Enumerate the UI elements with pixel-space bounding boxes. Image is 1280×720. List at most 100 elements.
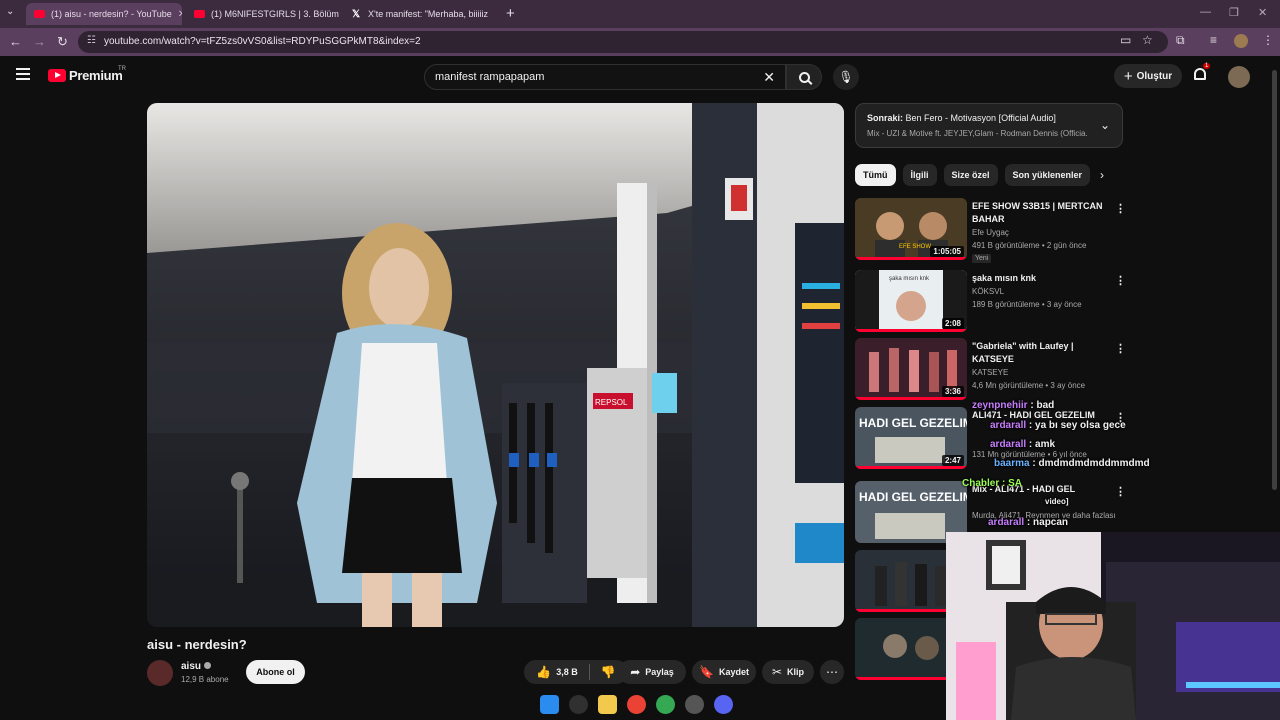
voice-search-button[interactable]: 🎙 xyxy=(833,64,859,90)
browser-menu-icon[interactable]: ⋮ xyxy=(1262,33,1274,47)
bookmark-star-icon[interactable]: ☆ xyxy=(1142,33,1153,47)
share-icon: ➦ xyxy=(630,665,641,679)
recommendation-item[interactable]: EFE SHOW 1:05:05 EFE SHOW S3B15 | MERTCA… xyxy=(855,198,1126,263)
youtube-favicon-icon xyxy=(194,10,205,18)
youtube-header: Premium TR manifest rampapapam ✕ 🎙 + Olu… xyxy=(0,56,1280,98)
like-count[interactable]: 3,8 B xyxy=(556,667,578,677)
channel-avatar[interactable] xyxy=(147,660,173,686)
chevron-right-icon[interactable]: › xyxy=(1100,168,1104,182)
country-code: TR xyxy=(118,66,126,72)
video-title: EFE SHOW S3B15 | MERTCAN BAHAR xyxy=(972,201,1103,224)
create-label: Oluştur xyxy=(1136,70,1173,82)
thumb-text: HADI GEL GEZELIM xyxy=(859,490,967,504)
chip-recent[interactable]: Son yüklenenler xyxy=(1004,164,1091,186)
video-thumbnail[interactable]: 3:36 xyxy=(855,338,967,400)
chrome-icon[interactable] xyxy=(627,694,646,714)
up-next-prefix: Sonraki: xyxy=(867,113,904,123)
notifications-button[interactable]: 1 xyxy=(1194,63,1211,82)
video-thumbnail[interactable]: EFE SHOW 1:05:05 xyxy=(855,198,967,260)
channel-name[interactable]: KÖKSVL xyxy=(972,287,1004,296)
chat-text: : napcan xyxy=(1026,517,1069,528)
browser-tab-3[interactable]: 𝕏 X'te manifest: "Merhaba, biiiiiz xyxy=(344,3,500,25)
save-button[interactable]: 🔖 Kaydet xyxy=(692,660,756,684)
chat-text: : bad xyxy=(1030,400,1055,411)
chrome-profile-icon[interactable] xyxy=(656,694,675,714)
share-button[interactable]: ➦ Paylaş xyxy=(618,660,686,684)
restore-icon[interactable]: ❐ xyxy=(1229,6,1239,19)
browser-tab-2[interactable]: (1) M6NIFESTGIRLS | 3. Bölüm ✕ xyxy=(186,3,342,25)
recommendation-item[interactable]: 3:36 "Gabriela" with Laufey | KATSEYE KA… xyxy=(855,338,1126,400)
browser-profile-avatar[interactable] xyxy=(1234,34,1248,48)
cast-icon[interactable]: ▭ xyxy=(1120,33,1131,47)
channel-name[interactable]: Efe Uygaç xyxy=(972,228,1009,237)
x-favicon-icon: 𝕏 xyxy=(352,8,361,20)
reload-icon[interactable]: ↻ xyxy=(57,34,68,50)
video-player[interactable]: REPSOL xyxy=(147,103,844,627)
search-icon[interactable] xyxy=(569,694,588,714)
chat-message: zeynpnehiir : bad xyxy=(972,400,1054,411)
video-thumbnail[interactable]: şaka mısın knk 2:08 xyxy=(855,270,967,332)
extensions-icon[interactable]: ⧉ xyxy=(1176,33,1185,48)
up-next-title: Ben Fero - Motivasyon [Official Audio] xyxy=(905,113,1056,123)
minimize-icon[interactable]: — xyxy=(1200,6,1211,18)
more-actions-button[interactable]: ⋯ xyxy=(820,660,844,684)
more-icon: ⋯ xyxy=(826,665,838,679)
file-explorer-icon[interactable] xyxy=(598,694,617,714)
webcam-overlay xyxy=(946,532,1280,720)
chevron-down-icon[interactable]: ⌄ xyxy=(1100,118,1110,132)
clear-search-icon[interactable]: ✕ xyxy=(763,69,775,86)
chip-all[interactable]: Tümü xyxy=(855,164,896,186)
create-button[interactable]: + Oluştur xyxy=(1114,64,1182,88)
address-bar[interactable]: ☷ youtube.com/watch?v=tFZ5zs0vVS0&list=R… xyxy=(78,31,1168,53)
chat-message: ardarall : amk xyxy=(990,439,1055,450)
up-next-card[interactable]: Sonraki: Ben Fero - Motivasyon [Official… xyxy=(855,103,1123,148)
browser-toolbar: ← → ↻ ☷ youtube.com/watch?v=tFZ5zs0vVS0&… xyxy=(0,28,1280,56)
subscribe-button[interactable]: Abone ol xyxy=(246,660,305,684)
tab-search-icon[interactable]: ⌄ xyxy=(6,6,14,17)
more-options-icon[interactable]: ⋮ xyxy=(1115,485,1126,498)
dislike-icon[interactable]: 👎 xyxy=(601,665,616,679)
filter-chips: Tümü İlgili Size özel Son yüklenenler xyxy=(855,164,1091,186)
app-icon[interactable] xyxy=(685,694,704,714)
search-input[interactable]: manifest rampapapam ✕ xyxy=(424,64,786,90)
chat-message: ardarall : ya bı sey olsa gece xyxy=(990,420,1126,431)
more-options-icon[interactable]: ⋮ xyxy=(1115,274,1126,287)
like-icon[interactable]: 👍 xyxy=(536,665,551,679)
video-title: "Gabriela" with Laufey | KATSEYE xyxy=(972,341,1074,364)
thumb-text: EFE SHOW xyxy=(899,244,931,250)
tab-label: (1) aisu - nerdesin? - YouTube xyxy=(51,9,172,19)
chip-related[interactable]: İlgili xyxy=(902,164,937,186)
site-info-icon[interactable]: ☷ xyxy=(87,35,96,46)
media-controls-icon[interactable]: ≡ xyxy=(1210,33,1217,47)
like-dislike-group: 👍 3,8 B 👎 xyxy=(524,660,628,684)
bell-icon xyxy=(1194,68,1206,80)
chat-message: video] xyxy=(1045,497,1069,506)
youtube-premium-logo[interactable]: Premium xyxy=(48,68,123,83)
search-button[interactable] xyxy=(786,64,822,90)
chat-text: : amk xyxy=(1028,439,1056,450)
more-options-icon[interactable]: ⋮ xyxy=(1115,202,1126,215)
forward-icon[interactable]: → xyxy=(33,34,46,49)
channel-name[interactable]: KATSEYE xyxy=(972,368,1008,377)
back-icon[interactable]: ← xyxy=(9,34,22,49)
video-stats: 4,6 Mn görüntüleme • 3 ay önce xyxy=(972,381,1086,390)
account-avatar[interactable] xyxy=(1228,66,1250,88)
new-badge: Yeni xyxy=(972,254,992,263)
new-tab-icon[interactable]: + xyxy=(506,5,515,22)
video-thumbnail[interactable]: HADI GEL GEZELIM 2:47 xyxy=(855,407,967,469)
more-options-icon[interactable]: ⋮ xyxy=(1115,342,1126,355)
tab-label: (1) M6NIFESTGIRLS | 3. Bölüm xyxy=(211,9,339,19)
close-window-icon[interactable]: ✕ xyxy=(1258,6,1267,19)
chip-for-you[interactable]: Size özel xyxy=(943,164,998,186)
hamburger-menu-icon[interactable] xyxy=(16,68,30,80)
clip-button[interactable]: ✂ Klip xyxy=(762,660,814,684)
recommendation-item[interactable]: şaka mısın knk 2:08 şaka mısın knk KÖKSV… xyxy=(855,270,1126,332)
channel-name[interactable]: aisu xyxy=(181,661,212,672)
tab-close-icon[interactable]: ✕ xyxy=(178,9,182,20)
windows-start-icon[interactable] xyxy=(540,694,559,714)
discord-icon[interactable] xyxy=(714,694,733,714)
page-scrollbar[interactable] xyxy=(1272,70,1277,490)
browser-tab-1[interactable]: (1) aisu - nerdesin? - YouTube ✕ xyxy=(26,3,182,25)
taskbar xyxy=(540,693,733,715)
chat-username: ardarall xyxy=(990,439,1027,450)
